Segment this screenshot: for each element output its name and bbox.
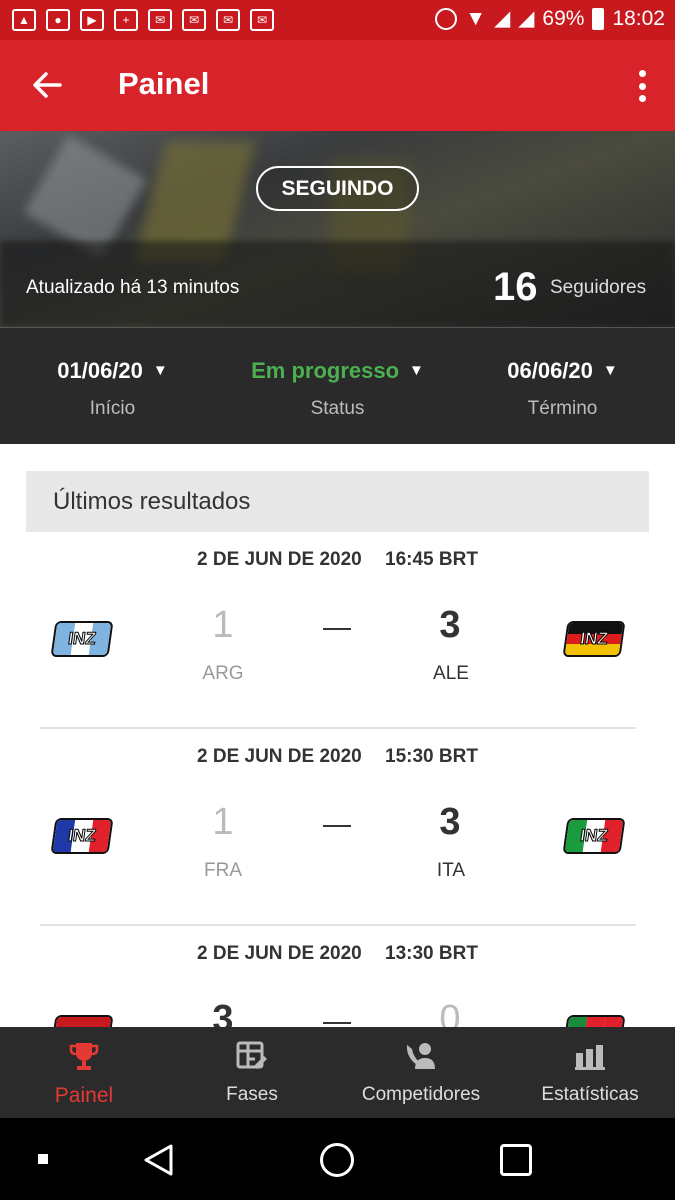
team-logo-fra: INZ [50,818,114,854]
start-date-value: 01/06/20 [57,358,143,383]
home-icon[interactable] [320,1143,354,1177]
chat-notification-icon: ✉ [182,9,206,31]
page-title: Painel [118,66,210,101]
signal-icon: ◢ [518,7,535,30]
dot-icon[interactable] [38,1154,48,1164]
dropdown-caret-icon: ▼ [409,362,424,379]
team-code-away: ALE [433,663,469,684]
start-date-label: Início [89,398,136,419]
status-value: Em progresso [251,358,400,383]
updated-text: Atualizado há 13 minutos [26,277,240,298]
bar-chart-icon [575,1045,605,1070]
score-separator [323,1022,351,1024]
tab-label: Competidores [361,1084,481,1105]
chat-notification-icon: ✉ [216,9,240,31]
dropdown-caret-icon: ▼ [152,362,168,379]
team-logo-ale: INZ [562,621,626,657]
match-row[interactable]: 2 DE JUN DE 2020 16:45 BRT INZ 1 3 ARG A… [0,532,675,729]
image-notification-icon: ▲ [12,9,36,31]
score-away: 3 [439,604,461,646]
tab-label: Estatísticas [541,1084,639,1105]
chat-notification-icon: ✉ [148,9,172,31]
followers-label: Seguidores [550,277,647,298]
team-code-home: ARG [202,663,244,684]
match-time: 16:45 BRT [385,549,478,570]
score-separator [323,825,351,827]
chat-notification-icon: ✉ [250,9,274,31]
followers-count: 16 [493,265,538,309]
end-date-value: 06/06/20 [507,358,593,383]
status-selector[interactable]: Em progresso ▼ Status [225,328,450,445]
start-date-selector[interactable]: 01/06/20 ▼ Início [0,328,225,445]
team-code-home: FRA [204,860,242,881]
medical-notification-icon: + [114,9,138,31]
match-date: 2 DE JUN DE 2020 [197,943,362,964]
end-date-selector[interactable]: 06/06/20 ▼ Término [450,328,675,445]
bottom-navigation: Painel Fases Competidores Estatísticas [0,1027,675,1118]
score-home: 1 [212,604,234,646]
status-bar: ▲ ● ▶ + ✉ ✉ ✉ ✉ ▼ ◢ ◢ 69% 18:02 [0,0,675,40]
tournament-info-bar: 01/06/20 ▼ Início Em progresso ▼ Status 06… [0,327,675,444]
score-home: 1 [212,801,234,843]
trophy-icon [69,1043,99,1070]
score-separator [323,628,351,630]
data-saver-icon [435,7,458,30]
battery-percent: 69% [542,6,585,30]
dropdown-caret-icon: ▼ [602,362,618,379]
tab-fases[interactable]: Fases [168,1027,336,1118]
tab-painel[interactable]: Painel [0,1027,168,1118]
battery-icon [592,7,605,30]
section-title: Últimos resultados [53,488,251,515]
youtube-notification-icon: ▶ [80,9,104,31]
score-away: 3 [439,801,461,843]
match-row[interactable]: 2 DE JUN DE 2020 15:30 BRT INZ 1 3 FRA I… [0,729,675,926]
tab-estatisticas[interactable]: Estatísticas [506,1027,674,1118]
status-label: Status [310,398,365,419]
system-navigation-bar [0,1118,675,1200]
recent-apps-icon[interactable] [500,1144,532,1176]
section-header: Últimos resultados [26,471,649,532]
competitor-icon [406,1043,435,1069]
app-bar: Painel [0,40,675,131]
team-logo-arg: INZ [50,621,114,657]
team-logo-ita: INZ [562,818,626,854]
hero-banner: SEGUINDO Atualizado há 13 minutos 16 Seg… [0,131,675,327]
wifi-icon: ▼ [465,6,487,30]
bracket-edit-icon [236,1041,267,1069]
signal-icon: ◢ [494,7,511,30]
match-time: 15:30 BRT [385,746,478,767]
match-date: 2 DE JUN DE 2020 [197,746,362,767]
more-options-icon[interactable] [639,70,647,102]
tab-label: Fases [226,1084,278,1105]
system-back-icon[interactable] [142,1143,176,1177]
tab-label: Painel [54,1084,114,1107]
back-arrow-icon[interactable] [30,68,64,102]
notification-icons: ▲ ● ▶ + ✉ ✉ ✉ ✉ [12,9,274,31]
clock: 18:02 [612,6,665,30]
team-code-away: ITA [436,860,466,881]
shield-notification-icon: ● [46,9,70,31]
tab-competidores[interactable]: Competidores [337,1027,505,1118]
following-button[interactable]: SEGUINDO [256,166,419,211]
match-time: 13:30 BRT [385,943,478,964]
system-status: ▼ ◢ ◢ 69% 18:02 [435,6,665,31]
match-date: 2 DE JUN DE 2020 [197,549,362,570]
end-date-label: Término [527,398,598,419]
